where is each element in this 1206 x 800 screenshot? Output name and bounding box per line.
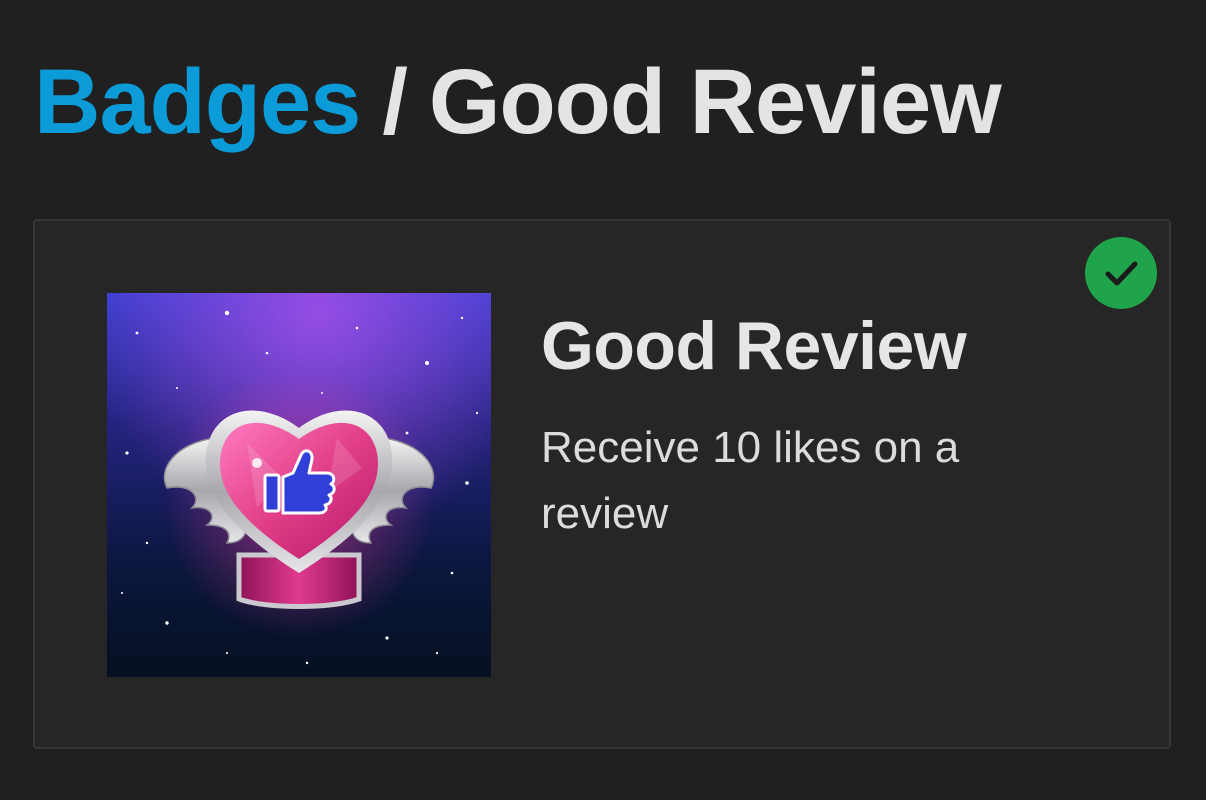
breadcrumb-separator: / [382, 51, 408, 153]
badge-description: Receive 10 likes on a review [541, 423, 960, 538]
earned-check-badge [1085, 237, 1157, 309]
breadcrumb-badges-link[interactable]: Badges [34, 51, 361, 153]
badge-title: Good Review [541, 308, 967, 384]
heart-thumbs-up-badge-icon [107, 293, 491, 677]
badge-card: Good Review Receive 10 likes on a review [33, 219, 1171, 749]
checkmark-icon [1105, 261, 1138, 286]
breadcrumb-current: Good Review [428, 51, 1002, 153]
badge-image [107, 293, 491, 677]
badge-detail-page: Badges / Good Review Good Review Receive… [0, 0, 1206, 800]
breadcrumb: Badges / Good Review [34, 51, 1002, 153]
